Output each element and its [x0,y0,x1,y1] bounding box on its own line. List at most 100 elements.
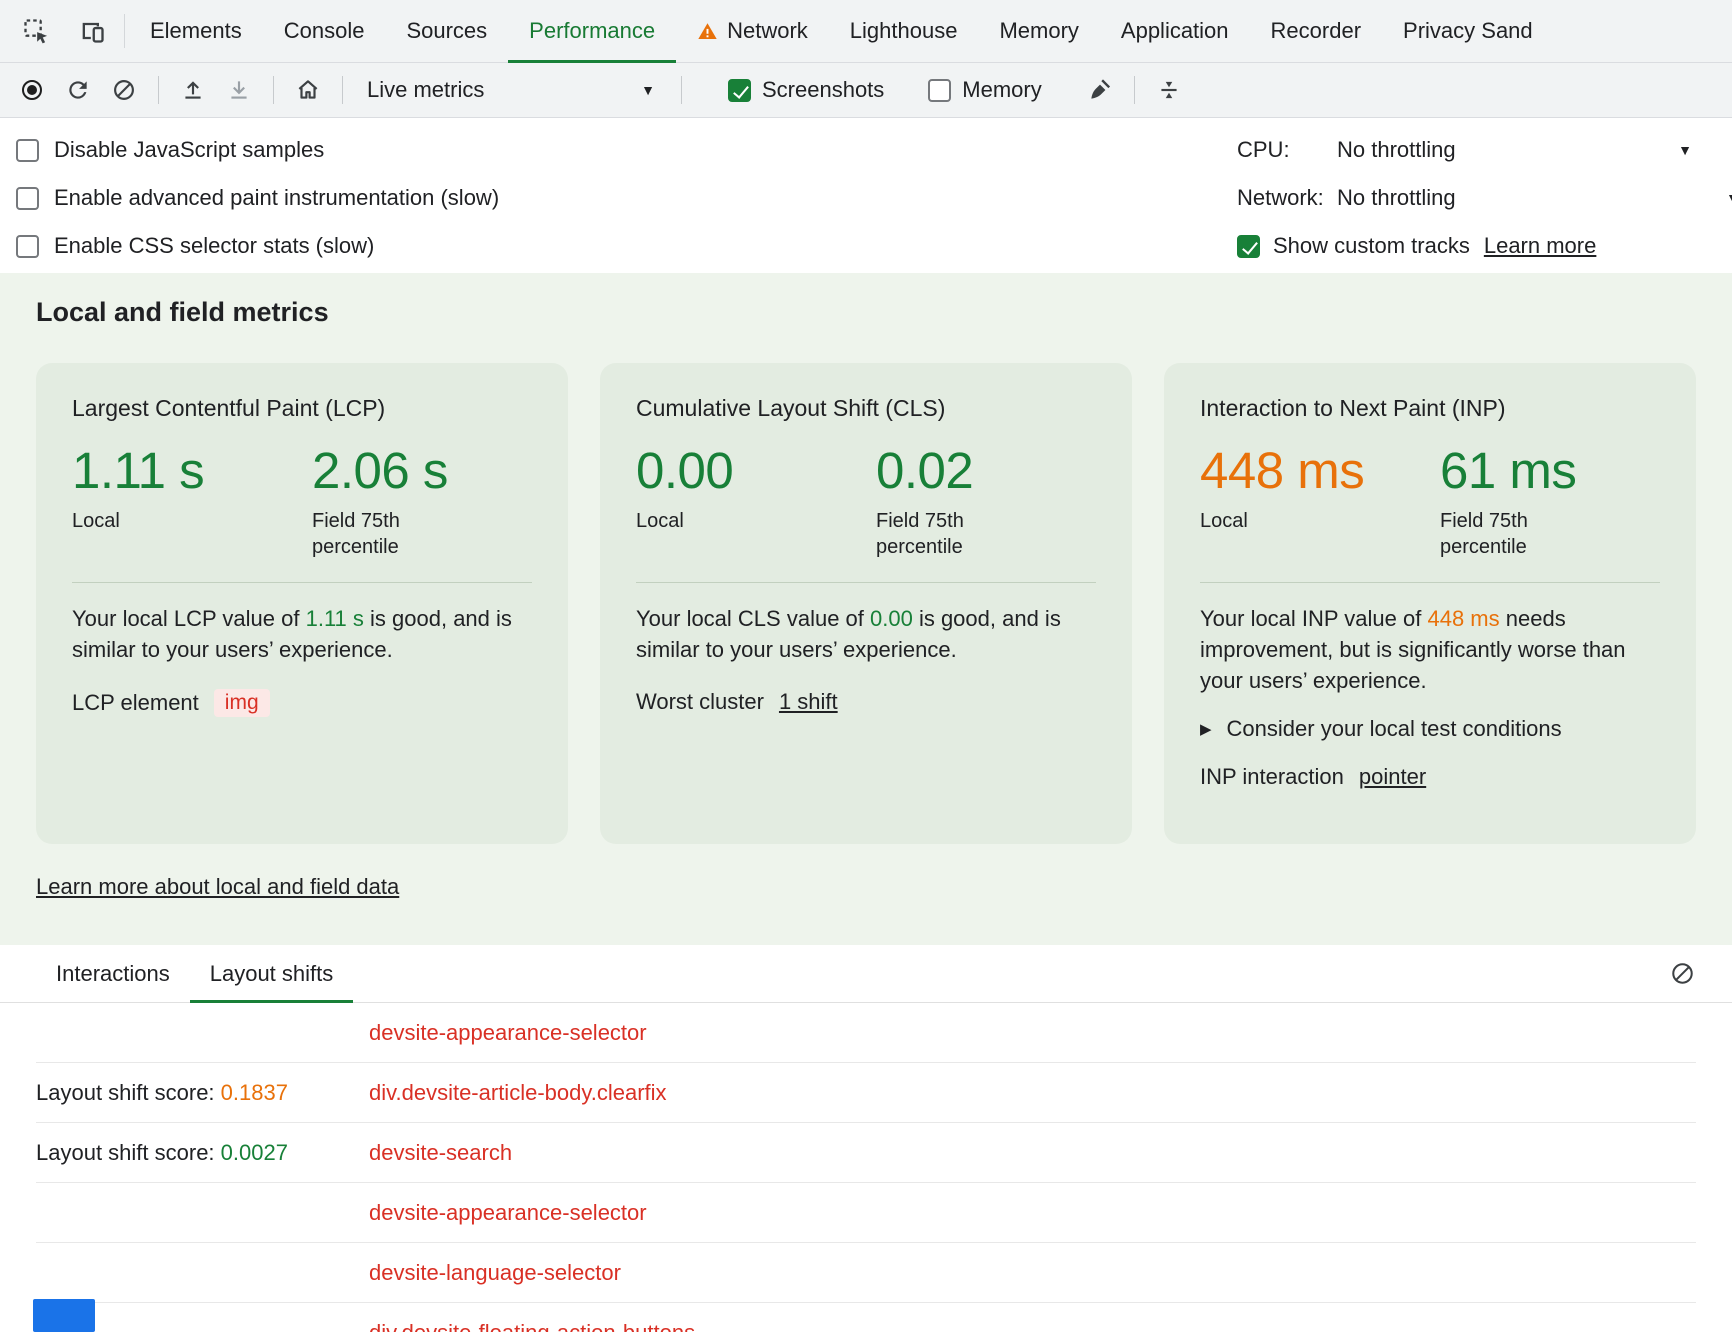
local-label: Local [72,508,207,534]
performance-toolbar: Live metrics ▼ Screenshots Memory [0,63,1732,118]
desc-value: 0.00 [870,606,913,631]
chevron-down-icon[interactable]: ▼ [1678,143,1692,157]
local-test-conditions-disclosure[interactable]: ▶ Consider your local test conditions [1200,716,1660,742]
clear-log-button[interactable] [1669,960,1696,987]
compress-button[interactable] [1149,70,1189,110]
cls-card: Cumulative Layout Shift (CLS) 0.00 Local… [600,363,1132,844]
shifted-element-link[interactable]: devsite-appearance-selector [369,1020,647,1046]
desc-text: Your local INP value of [1200,606,1427,631]
tab-lighthouse[interactable]: Lighthouse [829,0,979,62]
download-icon [226,77,252,103]
learn-more-link[interactable]: Learn more [1484,233,1597,259]
clear-button[interactable] [104,70,144,110]
save-profile-button[interactable] [219,70,259,110]
devtools-tabbar: Elements Console Sources Performance Net… [0,0,1732,63]
tab-label: Application [1121,18,1229,44]
lcp-element-node-link[interactable]: img [214,689,270,717]
tab-interactions[interactable]: Interactions [36,945,190,1002]
home-button[interactable] [288,70,328,110]
option-label: Enable advanced paint instrumentation (s… [54,185,499,211]
desc-text: Your local LCP value of [72,606,306,631]
tab-label: Elements [150,18,242,44]
tab-label: Console [284,18,365,44]
network-throttling-row: Network: No throttling ▼ [1237,174,1732,222]
screenshots-checkbox[interactable] [728,79,751,102]
memory-checkbox[interactable] [928,79,951,102]
shifted-element-link[interactable]: devsite-search [369,1140,512,1166]
local-label: Local [636,508,771,534]
desc-value: 448 ms [1427,606,1499,631]
show-custom-tracks-option[interactable]: Show custom tracks Learn more [1237,222,1732,270]
learn-more-field-data-link[interactable]: Learn more about local and field data [36,874,399,900]
clear-icon [111,77,137,103]
shifted-element-link[interactable]: div.devsite-floating-action-buttons [369,1320,695,1332]
option-label: Show custom tracks [1273,233,1470,259]
disclosure-triangle-icon: ▶ [1200,720,1212,738]
tab-label: Sources [406,18,487,44]
card-divider [636,582,1096,583]
capture-settings: Disable JavaScript samples Enable advanc… [0,118,1732,273]
worst-cluster-link[interactable]: 1 shift [779,689,838,715]
disable-js-samples-checkbox[interactable] [16,139,39,162]
shifted-element-link[interactable]: devsite-language-selector [369,1260,621,1286]
dropdown-value: Live metrics [367,77,484,103]
toolbar-divider [1134,76,1135,104]
screenshots-toggle[interactable]: Screenshots [722,77,890,103]
live-metrics-dropdown[interactable]: Live metrics ▼ [357,70,667,110]
tab-privacy-sandbox[interactable]: Privacy Sand [1382,0,1554,62]
memory-toggle[interactable]: Memory [922,77,1047,103]
toolbar-divider [342,76,343,104]
tab-performance[interactable]: Performance [508,0,676,62]
score-label: Layout shift score: [36,1140,221,1165]
tab-memory[interactable]: Memory [978,0,1099,62]
warning-icon [697,21,718,42]
css-selector-stats-checkbox[interactable] [16,235,39,258]
field-label: Field 75th percentile [1440,508,1575,560]
screenshots-label: Screenshots [762,77,884,103]
layout-shift-row: Layout shift score: 0.0027 devsite-searc… [36,1123,1696,1183]
layout-shift-row: div.devsite-floating-action-buttons [36,1303,1696,1332]
horizontal-scrollbar-thumb[interactable] [33,1299,95,1332]
chevron-down-icon[interactable]: ▼ [1726,191,1732,205]
tab-application[interactable]: Application [1100,0,1250,62]
tab-network[interactable]: Network [676,0,829,62]
layout-shift-row: devsite-appearance-selector [36,1003,1696,1063]
tab-elements[interactable]: Elements [129,0,263,62]
tab-sources[interactable]: Sources [385,0,508,62]
advanced-paint-checkbox[interactable] [16,187,39,210]
page-title: Local and field metrics [36,295,1696,329]
card-title: Interaction to Next Paint (INP) [1200,395,1660,422]
tab-label: Network [727,18,808,44]
toolbar-divider [273,76,274,104]
collect-garbage-button[interactable] [1080,70,1120,110]
inp-local-value: 448 ms [1200,444,1440,498]
shifted-element-link[interactable]: div.devsite-article-body.clearfix [369,1080,667,1106]
tab-recorder[interactable]: Recorder [1250,0,1382,62]
worst-cluster-label: Worst cluster [636,689,764,715]
show-custom-tracks-checkbox[interactable] [1237,235,1260,258]
inp-card: Interaction to Next Paint (INP) 448 ms L… [1164,363,1696,844]
score-value: 0.1837 [221,1080,288,1105]
cpu-throttling-select[interactable]: No throttling [1337,137,1456,163]
network-throttling-select[interactable]: No throttling [1337,185,1456,211]
tab-console[interactable]: Console [263,0,386,62]
shifted-element-link[interactable]: devsite-appearance-selector [369,1200,647,1226]
cls-field-value: 0.02 [876,444,1011,498]
score-value: 0.0027 [221,1140,288,1165]
tab-layout-shifts[interactable]: Layout shifts [190,945,354,1002]
device-toolbar-button[interactable] [72,11,112,51]
inspect-element-button[interactable] [16,11,56,51]
record-icon [22,80,42,100]
lcp-element-label: LCP element [72,690,199,716]
live-metrics-panel: Local and field metrics Largest Contentf… [0,273,1732,945]
card-divider [1200,582,1660,583]
layout-shift-row: devsite-language-selector [36,1243,1696,1303]
disclosure-label: Consider your local test conditions [1227,716,1562,742]
inp-interaction-link[interactable]: pointer [1359,764,1426,790]
refresh-icon [65,77,91,103]
record-button[interactable] [12,70,52,110]
tab-label: Privacy Sand [1403,18,1533,44]
cpu-throttling-row: CPU: No throttling ▼ [1237,126,1732,174]
reload-and-record-button[interactable] [58,70,98,110]
load-profile-button[interactable] [173,70,213,110]
